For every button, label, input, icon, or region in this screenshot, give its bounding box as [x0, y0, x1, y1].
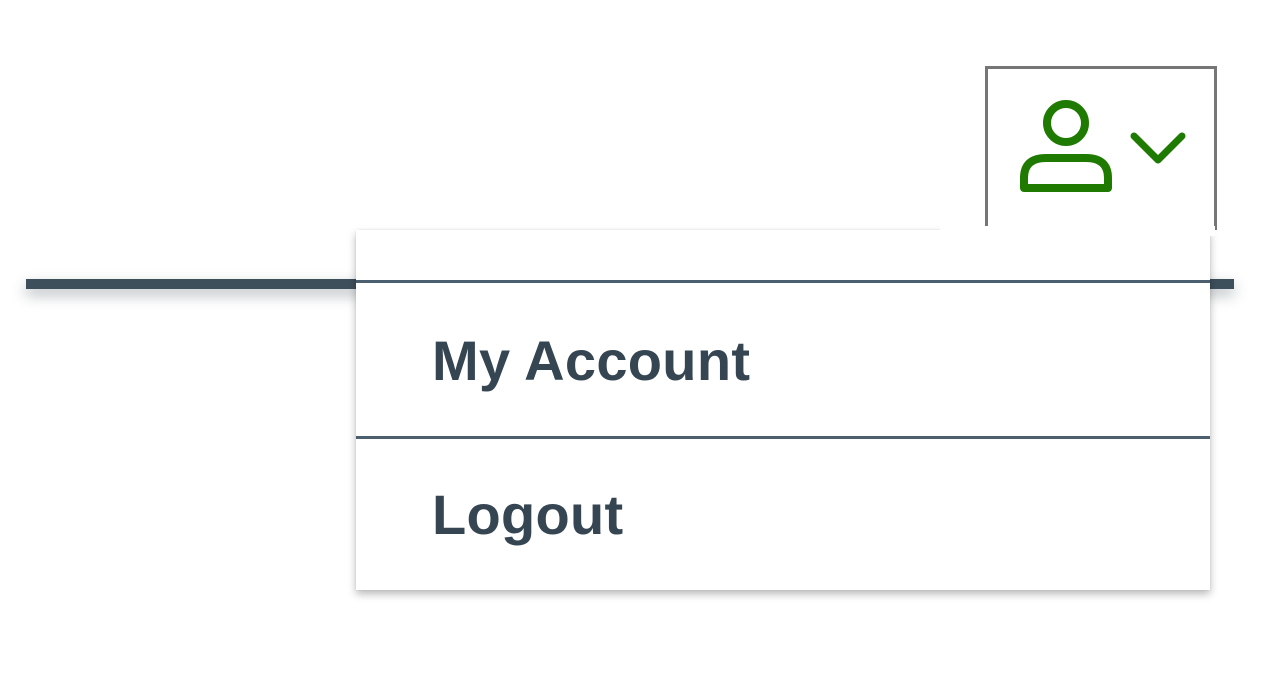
page: My Account Logout — [0, 0, 1262, 686]
user-icon — [1016, 100, 1116, 196]
menu-item-logout[interactable]: Logout — [356, 439, 1210, 590]
dropdown-connector — [940, 226, 1215, 236]
chevron-down-icon — [1130, 130, 1186, 166]
user-menu-button[interactable] — [985, 66, 1217, 230]
menu-item-my-account[interactable]: My Account — [356, 283, 1210, 437]
account-dropdown-menu: My Account Logout — [356, 230, 1210, 590]
